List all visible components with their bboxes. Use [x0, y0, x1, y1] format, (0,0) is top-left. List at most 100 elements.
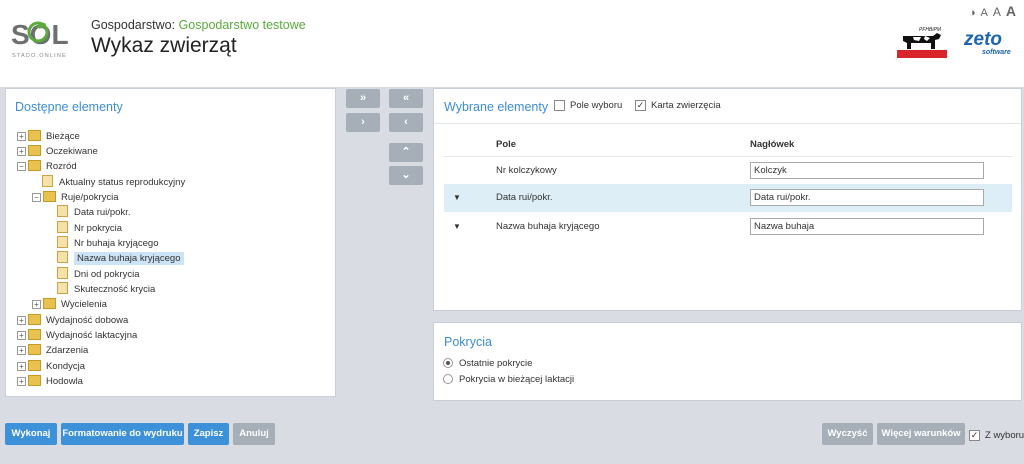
tree-node-kondycja[interactable]: + Kondycja [17, 359, 85, 374]
remove-all-button[interactable]: « [389, 89, 423, 108]
folder-icon [28, 129, 41, 141]
tree-node-rozrod[interactable]: − Rozród [17, 159, 77, 174]
folder-icon [28, 374, 41, 386]
tree-node-data-rui[interactable]: Data rui/pokr. [57, 205, 131, 220]
tree-node-skutecznosc[interactable]: Skuteczność krycia [57, 282, 155, 297]
expand-icon[interactable]: + [17, 330, 26, 340]
app-header: SOL STADO.ONLINE Gospodarstwo: Gospodars… [0, 0, 1024, 87]
anuluj-button[interactable]: Anuluj [233, 423, 275, 445]
column-header-naglowek: Nagłówek [750, 139, 795, 150]
formatowanie-button[interactable]: Formatowanie do wydruku [61, 423, 184, 445]
page-title: Wykaz zwierząt [91, 34, 237, 57]
tree-node-wydajnosc-laktacyjna[interactable]: + Wydajność laktacyjna [17, 328, 137, 343]
tree-node-nr-pokrycia[interactable]: Nr pokrycia [57, 221, 122, 236]
document-icon [57, 221, 68, 234]
svg-text:STADO.ONLINE: STADO.ONLINE [12, 53, 67, 59]
pokrycia-title: Pokrycia [444, 335, 492, 349]
contrast-icon[interactable]: ◑ [969, 7, 976, 19]
svg-text:software: software [982, 49, 1011, 56]
collapse-icon[interactable]: − [32, 192, 41, 202]
column-header-pole: Pole [496, 139, 517, 150]
add-selected-button[interactable]: › [346, 113, 380, 132]
pole-wyboru-checkbox[interactable] [554, 100, 565, 111]
available-elements-title: Dostępne elementy [15, 100, 123, 114]
available-elements-panel: Dostępne elementy + Bieżące + Oczekiwane −… [5, 88, 336, 397]
folder-open-icon [43, 190, 56, 202]
pfhbipm-logo: PFHBiPM [897, 24, 947, 58]
document-icon [57, 251, 68, 264]
expand-icon[interactable]: + [17, 131, 26, 141]
move-down-button[interactable]: ⌄ [389, 166, 423, 185]
caret-down-icon[interactable]: ▼ [453, 193, 461, 202]
row-field-name: Nr kolczykowy [496, 165, 557, 176]
document-icon [57, 236, 68, 249]
expand-icon[interactable]: + [17, 345, 26, 355]
tree-node-oczekiwane[interactable]: + Oczekiwane [17, 144, 98, 159]
folder-icon [28, 343, 41, 355]
row-field-name: Nazwa buhaja kryjącego [496, 221, 600, 232]
document-icon [57, 205, 68, 218]
z-wyboru-option[interactable]: ✓ Z wyboru [969, 430, 1024, 441]
karta-zwierzecia-checkbox[interactable]: ✓ [635, 100, 646, 111]
table-row[interactable]: ▼ Nazwa buhaja kryjącego [444, 213, 1012, 241]
tree-node-biezace[interactable]: + Bieżące [17, 129, 80, 144]
row-header-input[interactable] [750, 162, 984, 179]
wykonaj-button[interactable]: Wykonaj [5, 423, 57, 445]
tree-node-nr-buhaja[interactable]: Nr buhaja kryjącego [57, 236, 159, 251]
tree-node-dni-od-pokrycia[interactable]: Dni od pokrycia [57, 267, 139, 282]
move-up-button[interactable]: ⌃ [389, 143, 423, 162]
karta-zwierzecia-option[interactable]: ✓ Karta zwierzęcia [635, 100, 721, 111]
tree-node-zdarzenia[interactable]: + Zdarzenia [17, 343, 88, 358]
folder-icon [28, 144, 41, 156]
radio-button[interactable] [443, 358, 453, 369]
table-row[interactable]: ▼ Data rui/pokr. [444, 184, 1012, 212]
folder-icon [28, 359, 41, 371]
collapse-icon[interactable]: − [17, 161, 26, 171]
remove-selected-button[interactable]: ‹ [389, 113, 423, 132]
font-size-small-button[interactable]: A [981, 7, 988, 19]
document-icon [57, 267, 68, 280]
pokrycia-panel: Pokrycia Ostatnie pokrycie Pokrycia w bi… [433, 322, 1022, 401]
tree-node-wycielenia[interactable]: + Wycielenia [32, 297, 107, 312]
accessibility-controls: ◑ A A A [969, 3, 1016, 19]
row-header-input[interactable] [750, 218, 984, 235]
wyczysc-button[interactable]: Wyczyść [822, 423, 873, 445]
row-header-input[interactable] [750, 189, 984, 206]
row-field-name: Data rui/pokr. [496, 192, 553, 203]
font-size-large-button[interactable]: A [1006, 3, 1016, 19]
tree-node-hodowla[interactable]: + Hodowla [17, 374, 83, 389]
caret-down-icon[interactable]: ▼ [453, 222, 461, 231]
tree-node-wydajnosc-dobowa[interactable]: + Wydajność dobowa [17, 313, 128, 328]
folder-open-icon [28, 159, 41, 171]
pole-wyboru-option[interactable]: Pole wyboru [554, 100, 622, 111]
farm-info: Gospodarstwo: Gospodarstwo testowe [91, 18, 306, 32]
tree-node-aktualny-status[interactable]: Aktualny status reprodukcyjny [42, 175, 185, 190]
expand-icon[interactable]: + [17, 361, 26, 371]
add-all-button[interactable]: » [346, 89, 380, 108]
zapisz-button[interactable]: Zapisz [188, 423, 229, 445]
zeto-logo: zeto software [963, 29, 1011, 56]
sol-logo: SOL STADO.ONLINE [11, 19, 69, 59]
farm-name[interactable]: Gospodarstwo testowe [179, 18, 306, 32]
folder-icon [43, 297, 56, 309]
font-size-medium-button[interactable]: A [993, 5, 1001, 19]
selected-elements-title: Wybrane elementy [444, 100, 549, 114]
expand-icon[interactable]: + [17, 376, 26, 386]
expand-icon[interactable]: + [17, 315, 26, 325]
table-row[interactable]: Nr kolczykowy [444, 156, 1012, 185]
folder-icon [28, 313, 41, 325]
pokrycia-biezaca-laktacja-option[interactable]: Pokrycia w bieżącej laktacji [443, 374, 574, 385]
tree-node-nazwa-buhaja[interactable]: Nazwa buhaja kryjącego [57, 251, 184, 266]
wiecej-warunkow-button[interactable]: Więcej warunków [877, 423, 965, 445]
radio-button[interactable] [443, 374, 453, 385]
ostatnie-pokrycie-option[interactable]: Ostatnie pokrycie [443, 358, 532, 369]
svg-text:PFHBiPM: PFHBiPM [919, 27, 942, 33]
document-icon [57, 282, 68, 295]
z-wyboru-checkbox[interactable]: ✓ [969, 430, 980, 441]
expand-icon[interactable]: + [32, 299, 41, 309]
document-icon [42, 175, 53, 188]
tree-node-ruje-pokrycia[interactable]: − Ruje/pokrycia [32, 190, 119, 205]
selected-elements-panel: Wybrane elementy Pole wyboru ✓ Karta zwie… [433, 88, 1022, 311]
expand-icon[interactable]: + [17, 146, 26, 156]
folder-icon [28, 328, 41, 340]
